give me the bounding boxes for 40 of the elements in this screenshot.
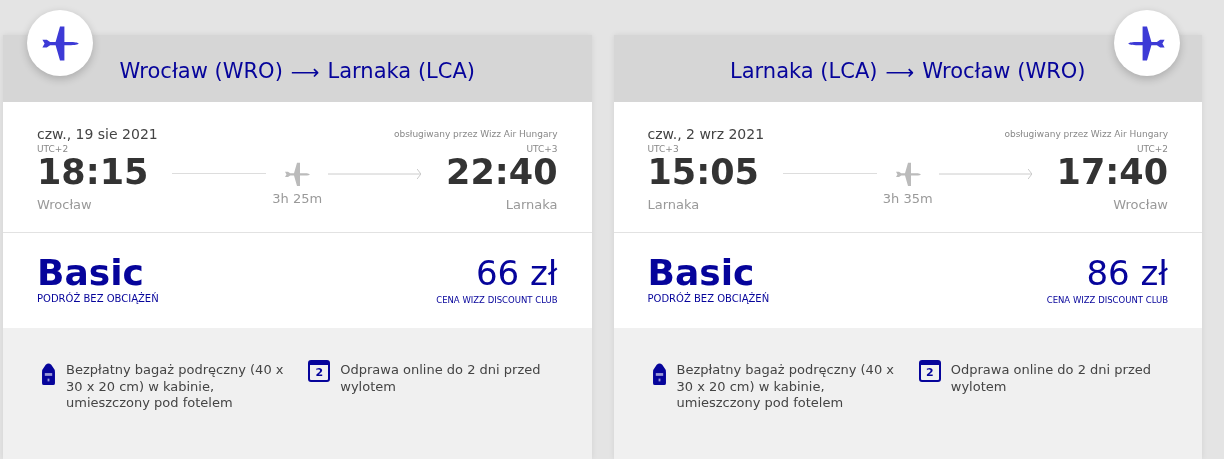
operator-note: obsługiwany przez Wizz Air Hungary (1004, 127, 1168, 141)
operator-note: obsługiwany przez Wizz Air Hungary (393, 127, 558, 141)
price-note: CENA WIZZ DISCOUNT CLUB (1046, 293, 1168, 307)
calendar-icon: 2 (918, 360, 941, 383)
fare-subtitle: PODRÓŻ BEZ OBCIĄŻEŃ (647, 291, 770, 307)
backpack-icon (41, 362, 56, 387)
departure-time: 18:15 (37, 154, 149, 191)
fare-subtitle: PODRÓŻ BEZ OBCIĄŻEŃ (37, 291, 159, 307)
flight-date: czw., 2 wrz 2021 (647, 125, 765, 144)
route-arrow: ⟶ (290, 58, 320, 86)
timezone-label: UTC+3 (525, 145, 558, 154)
fare-name: Basic (37, 255, 144, 292)
arrival-city: Larnaka (504, 195, 558, 214)
route-arrow: ⟶ (885, 58, 915, 86)
flight-date: czw., 19 sie 2021 (37, 125, 158, 144)
arrival-city: Wrocław (1112, 195, 1168, 214)
fare-price: 86 zł (1085, 255, 1168, 290)
arrival-time: 22:40 (446, 154, 558, 191)
calendar-icon: 2 (308, 360, 331, 383)
timezone-label: UTC+3 (647, 145, 680, 154)
timezone-label: UTC+2 (1135, 145, 1168, 154)
feature-text: Odprawa online do 2 dni przed wylotem (950, 362, 1152, 396)
route-from: Wrocław (WRO) (119, 57, 283, 85)
fare-name: Basic (647, 255, 755, 292)
departure-city: Wrocław (37, 195, 93, 214)
backpack-icon (651, 362, 667, 387)
flight-duration: 3h 35m (882, 189, 933, 208)
feature-text: Odprawa online do 2 dni przed wylotem (340, 362, 542, 396)
departure-city: Larnaka (647, 195, 701, 214)
departure-time: 15:05 (647, 154, 759, 191)
fare-price: 66 zł (474, 255, 558, 290)
route-to: Larnaka (LCA) (327, 57, 475, 85)
feature-text: Bezpłatny bagaż podręczny (40 x 30 x 20 cm) w kabinie, umieszczony pod fotelem (66, 362, 285, 412)
arrival-time: 17:40 (1056, 154, 1168, 191)
price-note: CENA WIZZ DISCOUNT CLUB (436, 293, 558, 307)
timezone-label: UTC+2 (37, 145, 70, 154)
flight-duration: 3h 25m (272, 189, 323, 208)
route-from: Larnaka (LCA) (730, 57, 878, 85)
route-to: Wrocław (WRO) (922, 57, 1086, 85)
feature-text: Bezpłatny bagaż podręczny (40 x 30 x 20 cm) w kabinie, umieszczony pod fotelem (676, 362, 895, 412)
